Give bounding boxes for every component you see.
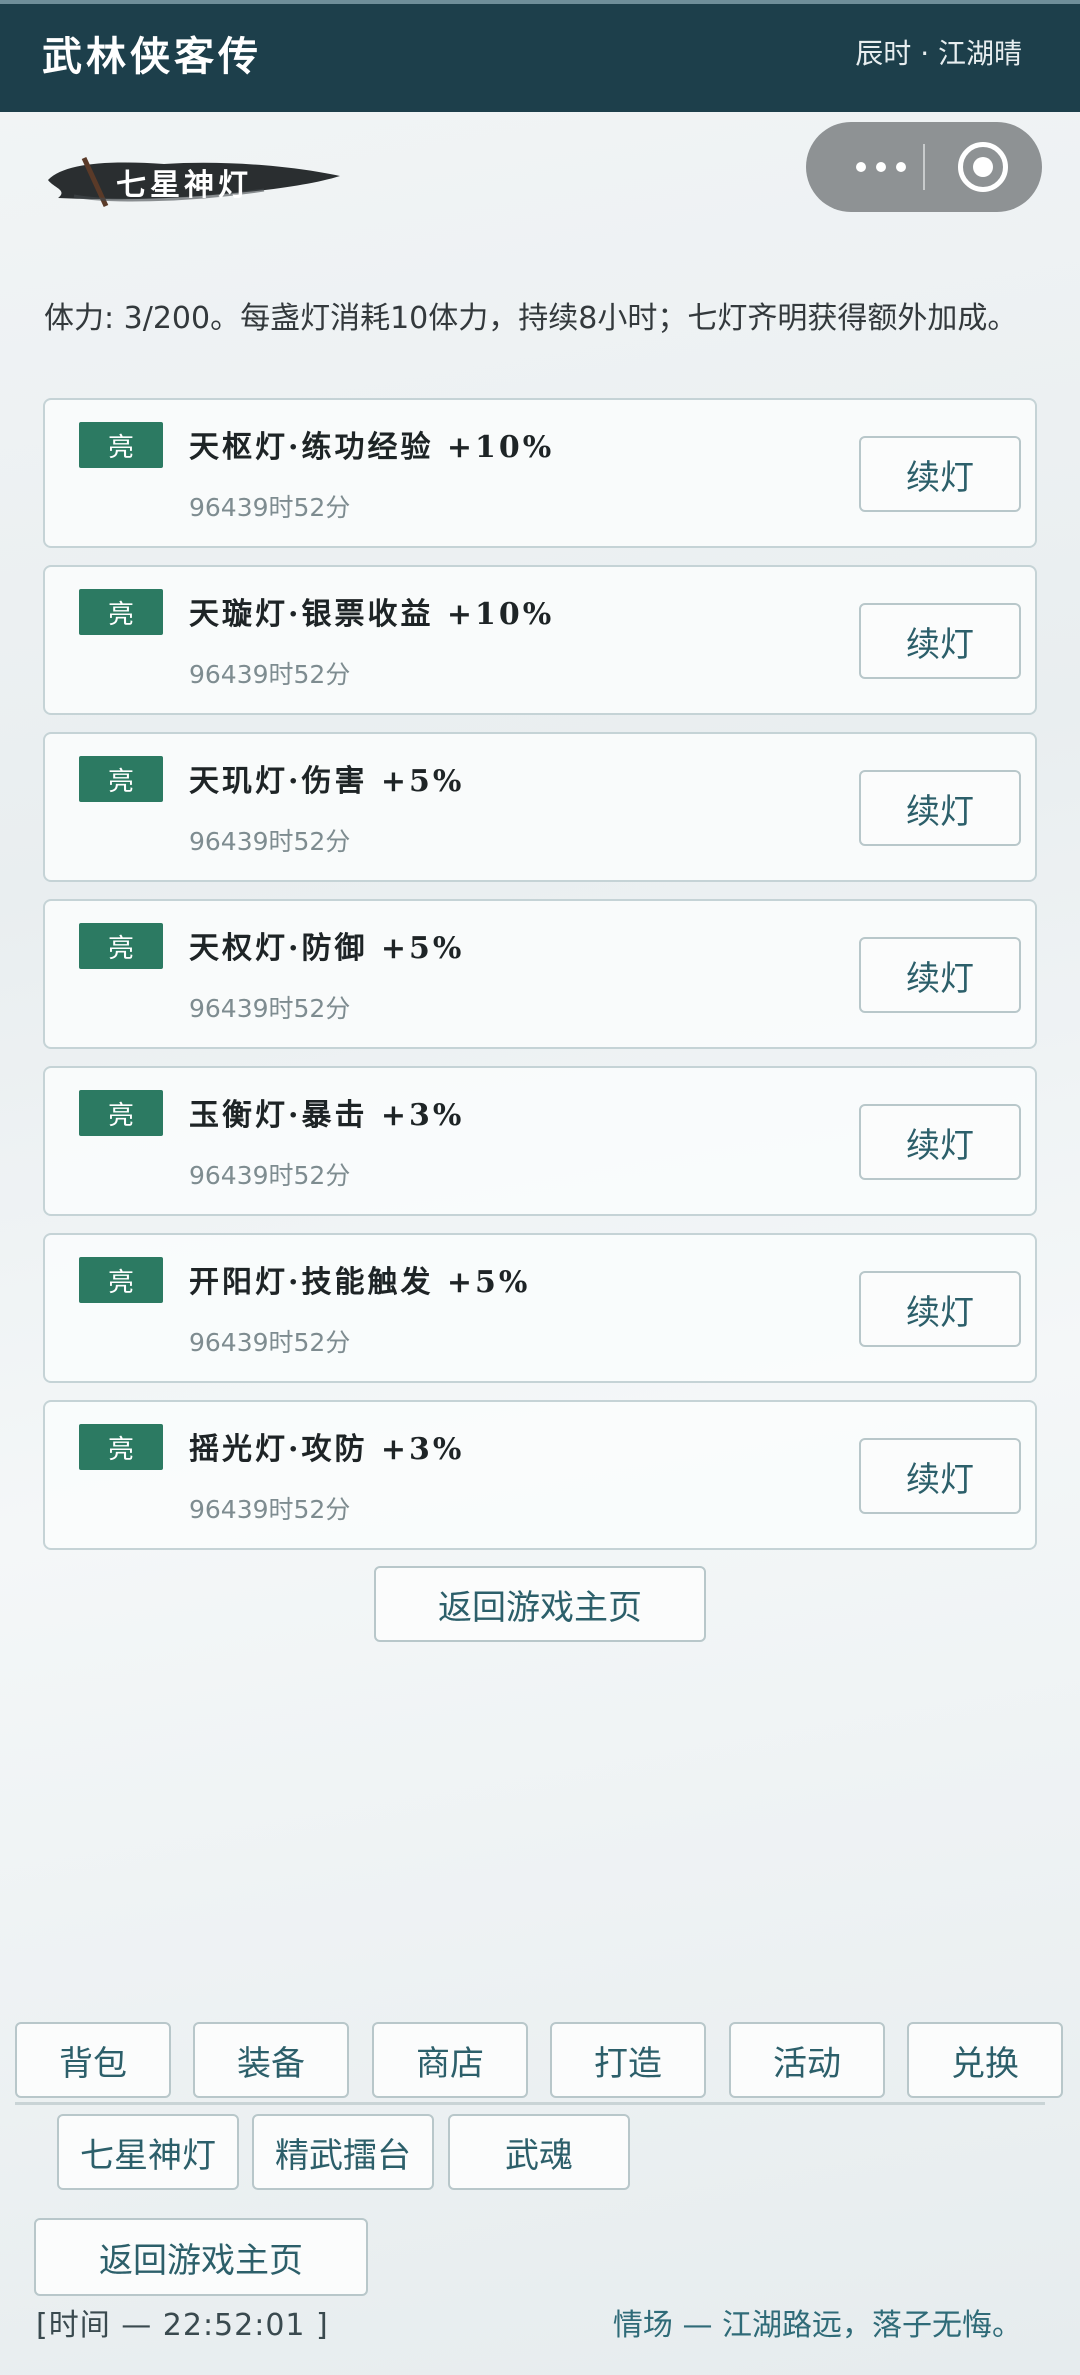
more-icon[interactable] [838, 150, 924, 184]
lamp-remaining-time: 96439时52分 [189, 1161, 351, 1190]
close-target-icon[interactable] [958, 142, 1008, 192]
lit-badge: 亮 [79, 756, 163, 802]
top-bar: 武林侠客传 辰时 · 江湖晴 [0, 0, 1080, 112]
lit-badge: 亮 [79, 1257, 163, 1303]
renew-lamp-button[interactable]: 续灯 [859, 1438, 1021, 1514]
lit-badge: 亮 [79, 1424, 163, 1470]
renew-lamp-button[interactable]: 续灯 [859, 937, 1021, 1013]
renew-lamp-button[interactable]: 续灯 [859, 1271, 1021, 1347]
lamp-name: 摇光灯·攻防 +3% [189, 1432, 465, 1467]
lamp-remaining-time: 96439时52分 [189, 994, 351, 1023]
nav-arena-button[interactable]: 精武擂台 [252, 2114, 434, 2190]
nav-seven-star-lamp-button[interactable]: 七星神灯 [57, 2114, 239, 2190]
lamp-card: 亮 摇光灯·攻防 +3% 96439时52分 续灯 [43, 1400, 1037, 1550]
section-title: 七星神灯 [116, 168, 252, 203]
nav-forge-button[interactable]: 打造 [550, 2022, 706, 2098]
lamp-card: 亮 天璇灯·银票收益 +10% 96439时52分 续灯 [43, 565, 1037, 715]
lamp-remaining-time: 96439时52分 [189, 1495, 351, 1524]
lamp-name: 玉衡灯·暴击 +3% [189, 1098, 465, 1133]
lit-badge: 亮 [79, 923, 163, 969]
lamp-name: 天枢灯·练功经验 +10% [189, 430, 555, 465]
renew-lamp-button[interactable]: 续灯 [859, 770, 1021, 846]
nav-divider [15, 2102, 1045, 2105]
lamp-card: 亮 天权灯·防御 +5% 96439时52分 续灯 [43, 899, 1037, 1049]
renew-lamp-button[interactable]: 续灯 [859, 1104, 1021, 1180]
footer-return-button[interactable]: 返回游戏主页 [34, 2218, 368, 2296]
lit-badge: 亮 [79, 422, 163, 468]
lamp-remaining-time: 96439时52分 [189, 493, 351, 522]
time-weather-status: 辰时 · 江湖晴 [855, 37, 1022, 70]
lamp-name: 天权灯·防御 +5% [189, 931, 465, 966]
lamp-name: 天璇灯·银票收益 +10% [189, 597, 555, 632]
nav-exchange-button[interactable]: 兑换 [907, 2022, 1063, 2098]
nav-shop-button[interactable]: 商店 [372, 2022, 528, 2098]
lit-badge: 亮 [79, 1090, 163, 1136]
stamina-intro: 体力: 3/200。每盏灯消耗10体力，持续8小时；七灯齐明获得额外加成。 [44, 301, 1018, 336]
nav-events-button[interactable]: 活动 [729, 2022, 885, 2098]
renew-lamp-button[interactable]: 续灯 [859, 436, 1021, 512]
renew-lamp-button[interactable]: 续灯 [859, 603, 1021, 679]
nav-equipment-button[interactable]: 装备 [193, 2022, 349, 2098]
lamp-card: 亮 天玑灯·伤害 +5% 96439时52分 续灯 [43, 732, 1037, 882]
clock-display: [时间 — 22:52:01 ] [36, 2308, 329, 2343]
lit-badge: 亮 [79, 589, 163, 635]
nav-bag-button[interactable]: 背包 [15, 2022, 171, 2098]
lamp-card: 亮 开阳灯·技能触发 +5% 96439时52分 续灯 [43, 1233, 1037, 1383]
capsule-divider [923, 144, 925, 190]
lamp-remaining-time: 96439时52分 [189, 827, 351, 856]
lamp-remaining-time: 96439时52分 [189, 660, 351, 689]
return-to-main-button[interactable]: 返回游戏主页 [374, 1566, 706, 1642]
nav-martial-soul-button[interactable]: 武魂 [448, 2114, 630, 2190]
section-banner: 七星神灯 [44, 150, 344, 212]
lamp-card: 亮 玉衡灯·暴击 +3% 96439时52分 续灯 [43, 1066, 1037, 1216]
scene-caption: 情场 — 江湖路远，落子无悔。 [612, 2308, 1022, 2343]
miniprogram-capsule [806, 122, 1042, 212]
app-title: 武林侠客传 [42, 33, 262, 80]
lamp-name: 天玑灯·伤害 +5% [189, 764, 465, 799]
lamp-card: 亮 天枢灯·练功经验 +10% 96439时52分 续灯 [43, 398, 1037, 548]
lamp-name: 开阳灯·技能触发 +5% [189, 1265, 531, 1300]
lamp-remaining-time: 96439时52分 [189, 1328, 351, 1357]
